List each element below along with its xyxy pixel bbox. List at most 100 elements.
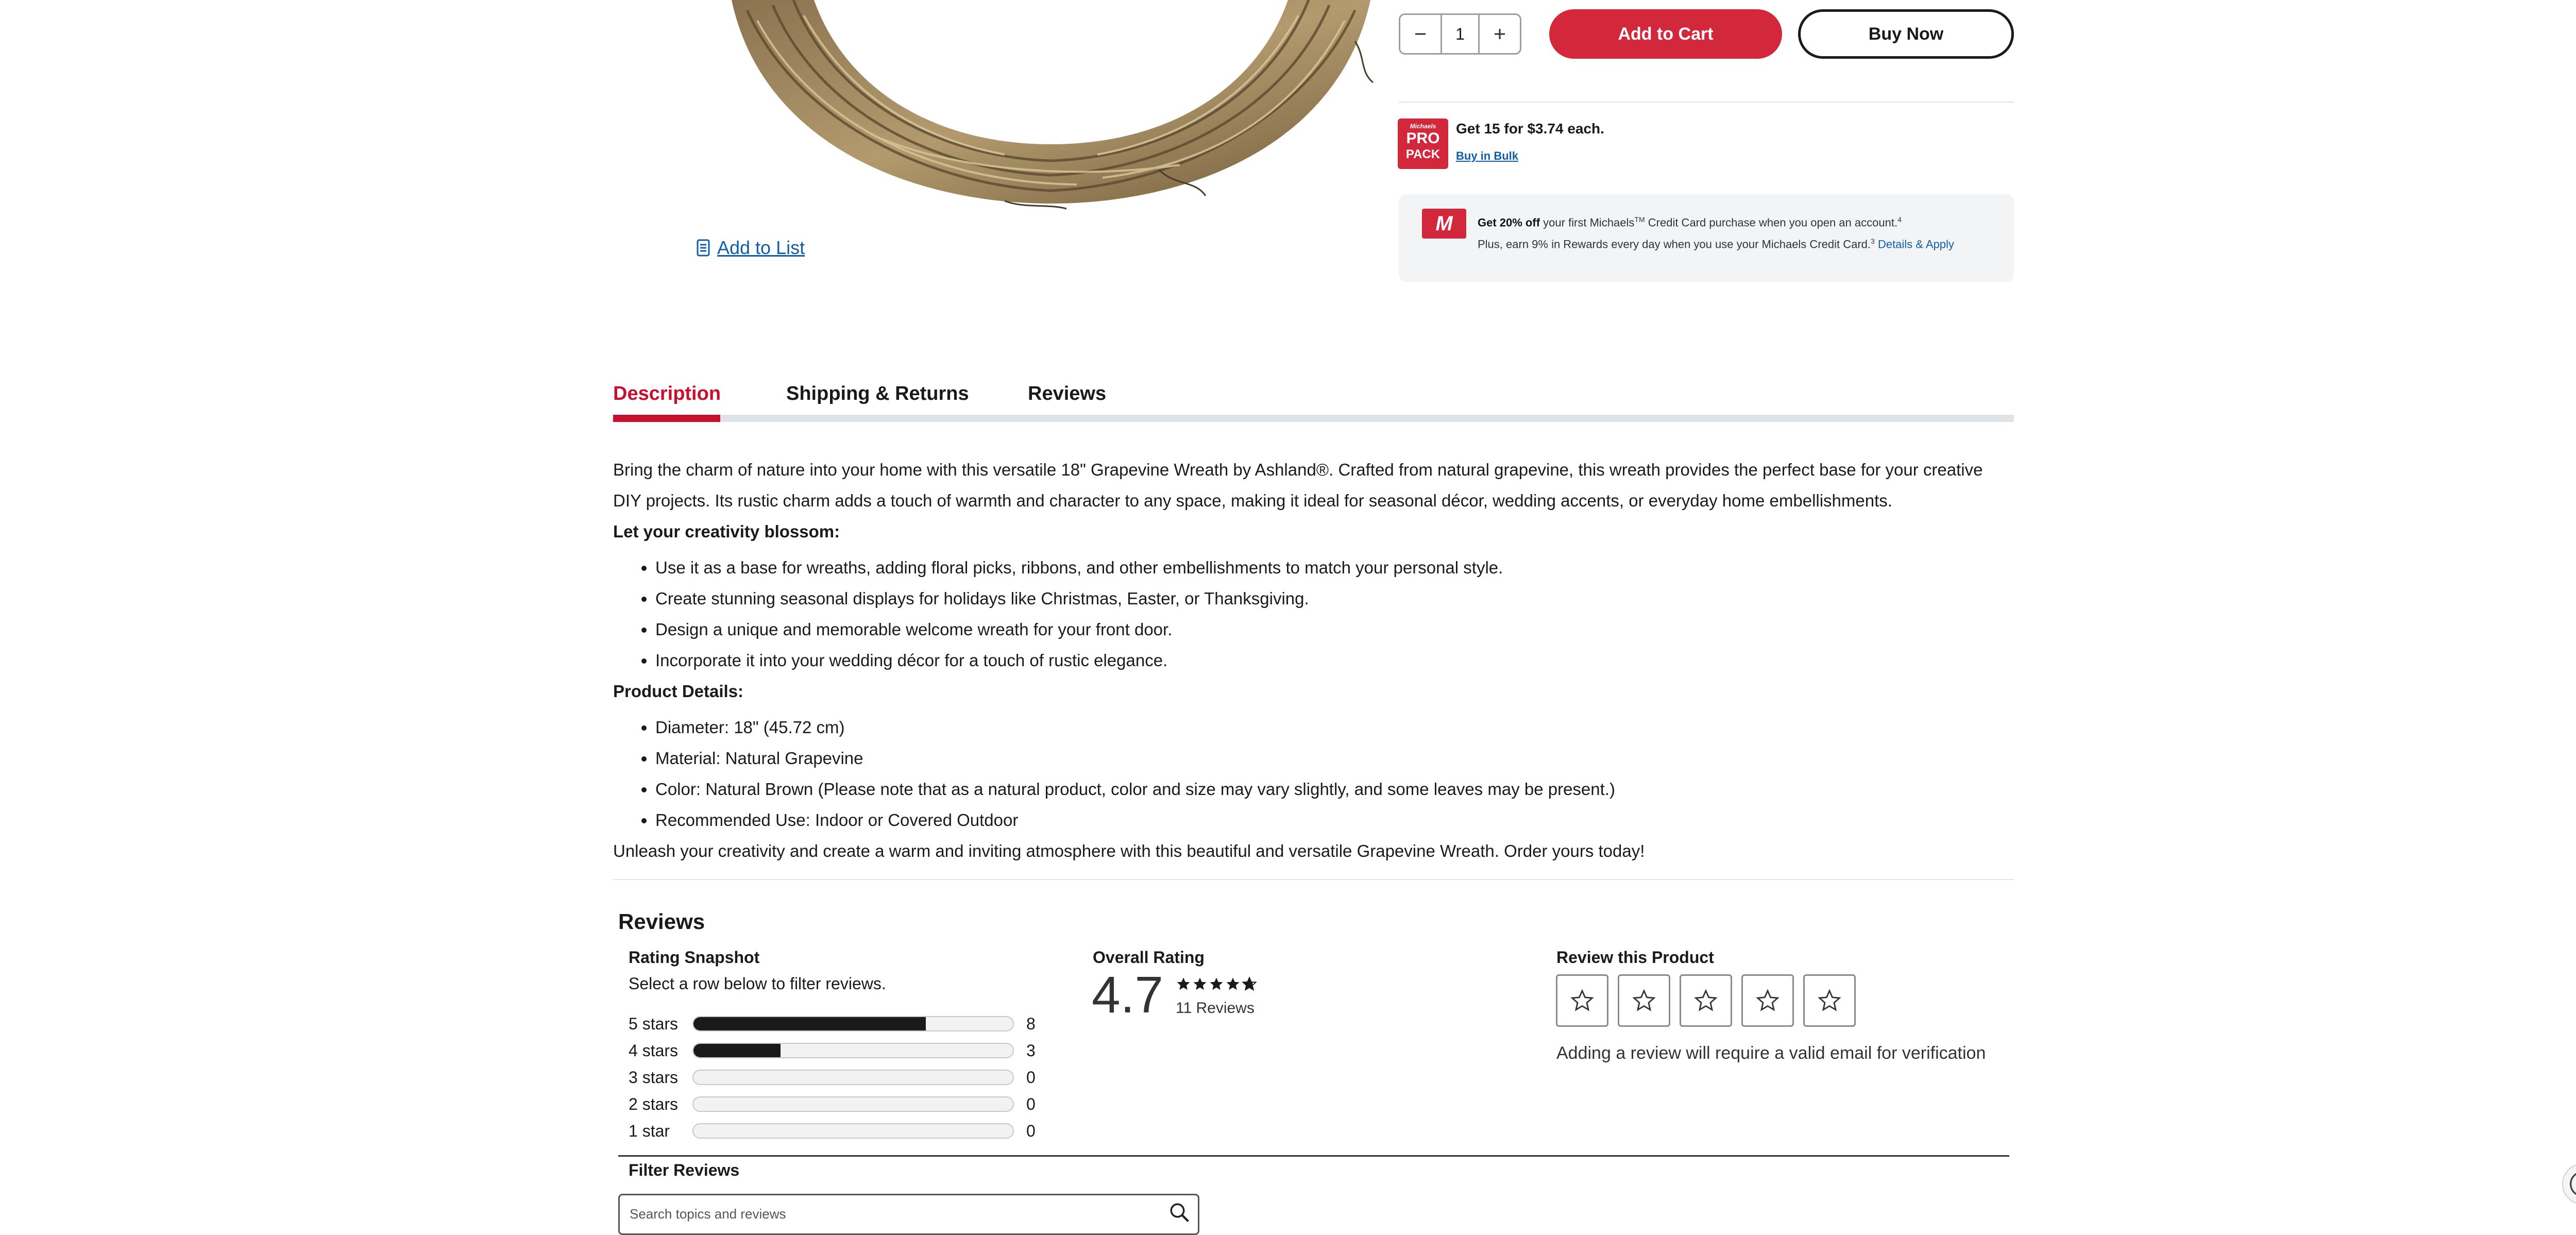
quantity-stepper: 1 [1399,13,1521,55]
details-apply-link[interactable]: Details & Apply [1875,238,1954,251]
pro-pack-logo-brand: Michaels [1410,123,1436,130]
rating-row-count: 0 [1026,1094,1036,1113]
list-item: Design a unique and memorable welcome wr… [655,614,2014,645]
overall-rating-value: 4.7 [1092,966,1164,1024]
rating-bar [692,1070,1014,1085]
creativity-heading: Let your creativity blossom: [613,522,840,541]
rating-bar [692,1123,1014,1139]
rating-row-1[interactable]: 1 star 0 [629,1121,1041,1141]
rating-row-count: 0 [1026,1068,1036,1087]
product-description: Bring the charm of nature into your home… [613,454,2014,867]
rewards-footnote: 3 [1871,237,1875,246]
active-tab-indicator [613,415,720,422]
rating-snapshot-title: Rating Snapshot [629,948,760,967]
rating-row-count: 3 [1026,1041,1036,1060]
divider [1399,101,2014,103]
description-intro: Bring the charm of nature into your home… [613,460,1983,510]
plus-icon [1495,29,1505,39]
star-icon [1210,977,1223,990]
rating-row-5[interactable]: 5 stars 8 [629,1013,1041,1034]
review-count[interactable]: 11 Reviews [1176,1000,1255,1017]
offer-bold: Get 20% off [1478,216,1540,229]
rating-row-label: 2 stars [629,1094,679,1113]
star-rating-input [1556,974,1856,1027]
pro-pack-logo-line1: PRO [1406,130,1440,147]
rate-3-star-button[interactable] [1680,974,1732,1027]
rate-4-star-button[interactable] [1741,974,1794,1027]
rating-row-2[interactable]: 2 stars 0 [629,1094,1041,1114]
filter-reviews-title: Filter Reviews [629,1161,740,1179]
description-closing: Unleash your creativity and create a war… [613,841,1645,860]
search-icon[interactable] [1168,1202,1190,1223]
rating-bar [692,1043,1014,1058]
offer-text-2: Credit Card purchase when you open an ac… [1645,216,1898,229]
rate-2-star-button[interactable] [1618,974,1670,1027]
details-heading: Product Details: [613,682,744,701]
star-icon [1193,977,1207,990]
rating-bar [692,1096,1014,1112]
rating-snapshot-hint: Select a row below to filter reviews. [629,974,886,993]
accessibility-icon [2570,1173,2576,1195]
offer-footnote: 4 [1897,215,1902,224]
overall-rating-title: Overall Rating [1093,948,1205,967]
star-outline-icon [1756,989,1780,1011]
rating-row-3[interactable]: 3 stars 0 [629,1067,1041,1088]
michaels-card-logo: M [1422,209,1466,239]
rating-row-count: 8 [1026,1014,1036,1033]
review-email-note: Adding a review will require a valid ema… [1556,1043,1986,1063]
minus-icon [1415,33,1426,35]
rate-5-star-button[interactable] [1803,974,1856,1027]
rating-row-label: 1 star [629,1121,670,1140]
offer-text: your first Michaels [1540,216,1635,229]
star-outline-icon [1694,989,1718,1011]
creativity-list: Use it as a base for wreaths, adding flo… [613,552,2014,676]
decrease-quantity-button[interactable] [1400,15,1440,53]
tab-reviews[interactable]: Reviews [1028,383,1106,405]
list-item: Incorporate it into your wedding décor f… [655,645,2014,676]
bulk-price-text: Get 15 for $3.74 each. [1456,121,1604,137]
review-this-product-title: Review this Product [1556,948,1714,967]
buy-in-bulk-link[interactable]: Buy in Bulk [1456,149,1518,163]
star-half-icon [1242,976,1257,991]
rate-1-star-button[interactable] [1556,974,1608,1027]
rating-row-4[interactable]: 4 stars 3 [629,1040,1041,1061]
star-outline-icon [1632,989,1656,1011]
list-item: Create stunning seasonal displays for ho… [655,583,2014,614]
list-item: Material: Natural Grapevine [655,743,2014,774]
list-item: Color: Natural Brown (Please note that a… [655,774,2014,805]
buy-now-button[interactable]: Buy Now [1798,9,2014,59]
rating-bar [692,1016,1014,1031]
reviews-heading: Reviews [618,909,705,934]
rating-bar-fill [693,1044,781,1057]
rating-row-label: 5 stars [629,1014,679,1033]
star-outline-icon [1818,989,1841,1011]
credit-card-offer-text: Get 20% off your first MichaelsTM Credit… [1478,210,1998,254]
add-to-list-label: Add to List [717,237,805,258]
star-icon [1226,977,1240,990]
increase-quantity-button[interactable] [1480,15,1520,53]
add-to-cart-button[interactable]: Add to Cart [1549,9,1782,59]
tab-description[interactable]: Description [613,383,721,405]
divider [613,879,2014,880]
overall-rating-stars [1176,976,1257,992]
product-image [732,0,1374,210]
accessibility-button[interactable] [2562,1163,2576,1205]
rewards-text: Plus, earn 9% in Rewards every day when … [1478,238,1871,251]
pro-pack-logo: Michaels PRO PACK [1398,119,1448,169]
list-item: Use it as a base for wreaths, adding flo… [655,552,2014,583]
star-icon [1177,977,1190,990]
add-to-list-link[interactable]: Add to List [697,237,805,259]
divider [618,1155,2009,1157]
list-icon [697,239,710,257]
review-search-input[interactable] [629,1200,1146,1227]
rating-bar-fill [693,1017,926,1030]
pro-pack-logo-line2: PACK [1405,147,1440,161]
quantity-input[interactable]: 1 [1440,15,1480,53]
tab-shipping-returns[interactable]: Shipping & Returns [786,383,969,405]
star-outline-icon [1570,989,1594,1011]
list-item: Diameter: 18" (45.72 cm) [655,712,2014,743]
rating-row-count: 0 [1026,1121,1036,1140]
list-item: Recommended Use: Indoor or Covered Outdo… [655,805,2014,836]
tabs-track [613,415,2014,422]
rating-row-label: 4 stars [629,1041,679,1060]
